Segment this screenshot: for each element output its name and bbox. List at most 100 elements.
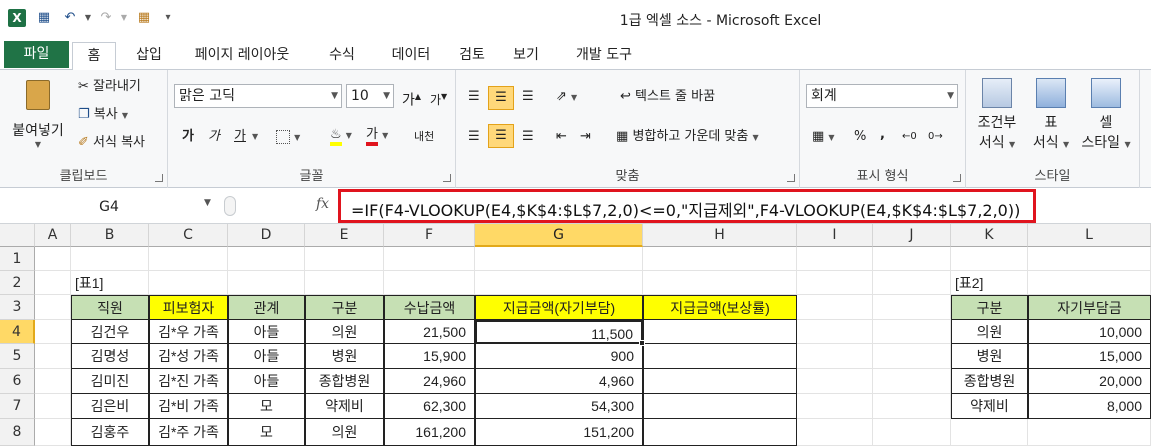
select-all-corner[interactable] [0, 224, 35, 247]
tab-review[interactable]: 검토 [450, 42, 494, 70]
cell-g3[interactable]: 지급금액(자기부담) [475, 295, 643, 320]
align-middle-icon[interactable]: ☰ [488, 86, 514, 110]
align-center-icon[interactable]: ☰ [488, 124, 514, 148]
underline-button[interactable]: 가 [234, 128, 246, 146]
row-header-3[interactable]: 3 [0, 295, 35, 320]
cell-f3[interactable]: 수납금액 [384, 295, 475, 320]
tab-home[interactable]: 홈 [72, 42, 116, 71]
cell-g6[interactable]: 4,960 [475, 369, 643, 394]
cell-c6[interactable]: 김*진 가족 [149, 369, 228, 394]
border-button[interactable]: ▼ [276, 128, 300, 147]
column-header-k[interactable]: K [951, 224, 1028, 247]
font-name-combo[interactable]: 맑은 고딕 ▼ [174, 84, 342, 108]
cell-c7[interactable]: 김*비 가족 [149, 394, 228, 419]
column-header-b[interactable]: B [71, 224, 149, 247]
row-header-2[interactable]: 2 [0, 271, 35, 295]
formula-bar-resize-handle[interactable] [224, 196, 236, 216]
cell-e5[interactable]: 병원 [305, 344, 384, 369]
cell-b5[interactable]: 김명성 [71, 344, 149, 369]
font-name-dropdown-icon[interactable]: ▼ [331, 85, 338, 107]
italic-button[interactable]: 가 [208, 128, 220, 146]
fill-handle[interactable] [639, 340, 645, 346]
formula-input-highlight[interactable]: =IF(F4-VLOOKUP(E4,$K$4:$L$7,2,0)<=0,"지급제… [338, 189, 1036, 223]
cell-c3[interactable]: 피보험자 [149, 295, 228, 320]
align-right-icon[interactable]: ☰ [522, 128, 534, 146]
cell-b6[interactable]: 김미진 [71, 369, 149, 394]
cell-d4[interactable]: 아들 [228, 320, 305, 344]
cell-e6[interactable]: 종합병원 [305, 369, 384, 394]
number-format-combo[interactable]: 회계 ▼ [806, 84, 958, 108]
cell-d7[interactable]: 모 [228, 394, 305, 419]
row-header-7[interactable]: 7 [0, 394, 35, 419]
percent-button[interactable]: % [854, 128, 866, 146]
font-launcher-icon[interactable] [443, 174, 451, 182]
cell-f6[interactable]: 24,960 [384, 369, 475, 394]
cell-f5[interactable]: 15,900 [384, 344, 475, 369]
cell-b3[interactable]: 직원 [71, 295, 149, 320]
cell-b8[interactable]: 김홍주 [71, 419, 149, 446]
cell-k2[interactable]: [표2] [951, 271, 1028, 295]
font-color-button[interactable]: 가 ▼ [366, 126, 388, 146]
tab-formulas[interactable]: 수식 [314, 42, 370, 70]
cell-b2[interactable]: [표1] [71, 271, 149, 295]
cell-f7[interactable]: 62,300 [384, 394, 475, 419]
cell-h5[interactable] [643, 344, 797, 369]
tab-page-layout[interactable]: 페이지 레이아웃 [182, 42, 302, 70]
orientation-icon[interactable]: ⇗ ▼ [556, 88, 577, 107]
column-header-g[interactable]: G [475, 224, 643, 247]
column-header-h[interactable]: H [643, 224, 797, 247]
align-left-icon[interactable]: ☰ [468, 128, 480, 146]
column-header-e[interactable]: E [305, 224, 384, 247]
column-header-c[interactable]: C [149, 224, 228, 247]
column-header-l[interactable]: L [1028, 224, 1151, 247]
tab-view[interactable]: 보기 [504, 42, 548, 70]
cell-k5[interactable]: 병원 [951, 344, 1028, 369]
cell-h7[interactable] [643, 394, 797, 419]
cell-k3[interactable]: 구분 [951, 295, 1028, 320]
cell-d3[interactable]: 관계 [228, 295, 305, 320]
cell-g7[interactable]: 54,300 [475, 394, 643, 419]
cell-h6[interactable] [643, 369, 797, 394]
decrease-indent-icon[interactable]: ⇤ [556, 128, 567, 146]
wrap-text-button[interactable]: ↩ 텍스트 줄 바꿈 [620, 88, 715, 106]
cell-h8[interactable] [643, 419, 797, 446]
font-size-dropdown-icon[interactable]: ▼ [383, 85, 390, 107]
column-header-i[interactable]: I [797, 224, 873, 247]
row-header-4[interactable]: 4 [0, 320, 35, 344]
comma-button[interactable]: , [880, 126, 885, 144]
cell-c4[interactable]: 김*우 가족 [149, 320, 228, 344]
number-launcher-icon[interactable] [953, 174, 961, 182]
tab-file[interactable]: 파일 [4, 41, 69, 68]
cell-l7[interactable]: 8,000 [1028, 394, 1151, 419]
format-painter-button[interactable]: ✐ 서식 복사 [78, 134, 145, 152]
cell-e3[interactable]: 구분 [305, 295, 384, 320]
cell-k4[interactable]: 의원 [951, 320, 1028, 344]
clipboard-launcher-icon[interactable] [155, 174, 163, 182]
number-format-dropdown-icon[interactable]: ▼ [947, 85, 954, 107]
cell-e4[interactable]: 의원 [305, 320, 384, 344]
cell-g5[interactable]: 900 [475, 344, 643, 369]
alignment-launcher-icon[interactable] [787, 174, 795, 182]
cell-l5[interactable]: 15,000 [1028, 344, 1151, 369]
cell-e8[interactable]: 의원 [305, 419, 384, 446]
tab-insert[interactable]: 삽입 [124, 42, 174, 70]
increase-indent-icon[interactable]: ⇥ [580, 128, 591, 146]
shrink-font-button[interactable]: 가▼ [430, 88, 447, 109]
cell-k7[interactable]: 약제비 [951, 394, 1028, 419]
column-header-j[interactable]: J [873, 224, 951, 247]
name-box-dropdown-icon[interactable]: ▼ [204, 198, 211, 208]
cell-e7[interactable]: 약제비 [305, 394, 384, 419]
tab-data[interactable]: 데이터 [378, 42, 444, 70]
cell-styles-button[interactable]: 셀 스타일 ▼ [1078, 76, 1134, 160]
column-header-d[interactable]: D [228, 224, 305, 247]
decrease-decimal-icon[interactable]: 0→ [928, 128, 943, 146]
row-header-1[interactable]: 1 [0, 247, 35, 271]
cell-l4[interactable]: 10,000 [1028, 320, 1151, 344]
cell-g4[interactable]: 11,500 [475, 320, 643, 344]
align-top-icon[interactable]: ☰ [468, 88, 480, 106]
cell-b4[interactable]: 김건우 [71, 320, 149, 344]
increase-decimal-icon[interactable]: ←0 [902, 128, 917, 146]
cell-l6[interactable]: 20,000 [1028, 369, 1151, 394]
column-header-a[interactable]: A [35, 224, 71, 247]
cell-d8[interactable]: 모 [228, 419, 305, 446]
